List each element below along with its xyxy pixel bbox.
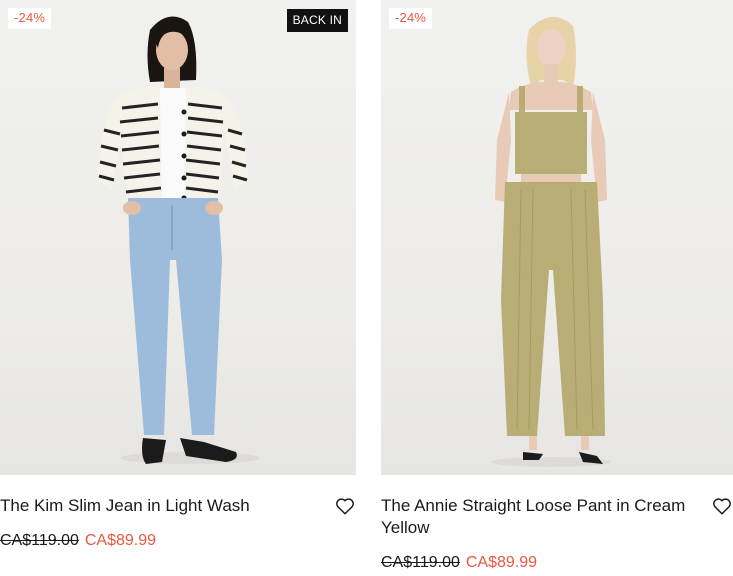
original-price: CA$119.00 — [0, 532, 79, 549]
sale-price: CA$89.99 — [465, 554, 538, 571]
original-price: CA$119.00 — [381, 554, 460, 571]
model-photo-jeans — [98, 16, 260, 464]
price-row: CA$119.00 CA$89.99 — [0, 531, 356, 551]
back-in-badge: BACK IN — [286, 9, 348, 32]
product-title[interactable]: The Annie Straight Loose Pant in Cream Y… — [381, 495, 733, 539]
model-photo-pant — [491, 16, 611, 467]
product-card-annie-straight-pant[interactable]: -24% The Annie Straight Loose Pant in Cr… — [381, 0, 733, 573]
product-image[interactable]: -24% — [381, 0, 733, 475]
price-row: CA$119.00 CA$89.99 — [381, 553, 733, 573]
sale-price: CA$89.99 — [84, 532, 157, 549]
discount-badge: -24% — [8, 8, 52, 29]
heart-outline-icon[interactable] — [711, 495, 733, 517]
product-info: The Kim Slim Jean in Light Wash CA$119.0… — [0, 475, 356, 551]
product-card-kim-slim-jean[interactable]: -24% BACK IN The Kim Slim Jean in Light … — [0, 0, 356, 551]
product-title[interactable]: The Kim Slim Jean in Light Wash — [0, 495, 356, 517]
heart-outline-icon[interactable] — [334, 495, 356, 517]
product-image[interactable]: -24% BACK IN — [0, 0, 356, 475]
product-info: The Annie Straight Loose Pant in Cream Y… — [381, 475, 733, 573]
discount-badge: -24% — [389, 8, 433, 29]
